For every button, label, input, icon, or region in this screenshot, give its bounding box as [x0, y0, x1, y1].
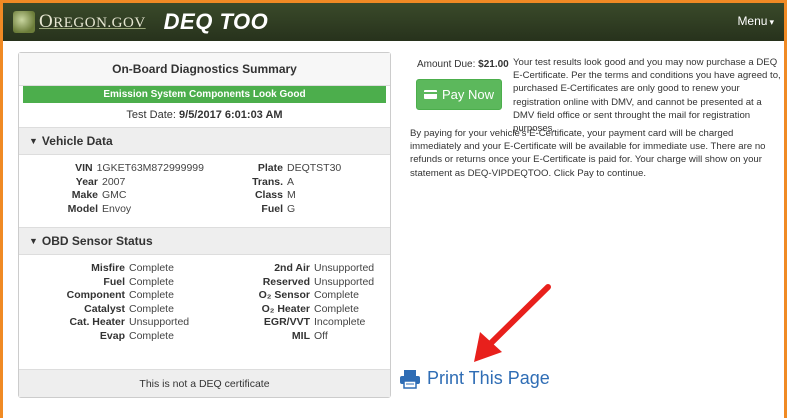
print-page-link[interactable]: Print This Page [399, 368, 550, 389]
vehicle-field: Trans. A [252, 175, 295, 188]
amount-due: Amount Due: $21.00 [417, 59, 509, 70]
sensor-field: O₂ Heater Complete [261, 302, 359, 315]
sensor-field: MIL Off [291, 329, 328, 342]
sensor-field: O₂ Sensor Complete [258, 289, 359, 302]
sensor-field: Cat. Heater Unsupported [69, 316, 190, 329]
panel-footer-note: This is not a DEQ certificate [19, 369, 390, 397]
vehicle-field: Year 2007 [75, 175, 126, 188]
oregon-logo-icon [13, 11, 35, 33]
pay-now-button[interactable]: Pay Now [416, 79, 502, 110]
vehicle-field: Model Envoy [67, 202, 132, 215]
status-banner: Emission System Components Look Good [23, 86, 386, 103]
top-navbar: OREGON.GOV DEQ TOO Menu ▾ [3, 3, 784, 41]
print-page-label: Print This Page [427, 368, 550, 388]
payment-terms-text: By paying for your vehicle's E-Certifica… [410, 128, 766, 179]
pay-now-label: Pay Now [441, 87, 495, 102]
vehicle-field: Class M [254, 189, 296, 202]
obd-right-column: 2nd Air Unsupported Reserved Unsupported O… [204, 262, 389, 344]
oregon-gov-text: OREGON.GOV [39, 11, 146, 32]
vehicle-field: Fuel G [261, 202, 296, 215]
sensor-field: Fuel Complete [103, 275, 174, 288]
sensor-field: Evap Complete [99, 329, 174, 342]
sensor-field: Reserved Unsupported [262, 275, 375, 288]
menu-button[interactable]: Menu ▾ [737, 14, 774, 28]
section-vehicle-data[interactable]: ▼ Vehicle Data [19, 127, 390, 155]
sensor-field: 2nd Air Unsupported [274, 262, 375, 274]
panel-title: On-Board Diagnostics Summary [19, 53, 390, 86]
printer-icon [400, 369, 420, 389]
sensor-field: Catalyst Complete [84, 302, 174, 315]
obd-left-column: Misfire Complete Fuel Complete Component Co… [19, 262, 204, 344]
oregon-gov-logo[interactable]: OREGON.GOV [13, 7, 146, 37]
sensor-field: Misfire Complete [91, 262, 174, 274]
test-date-value: 9/5/2017 6:01:03 AM [179, 109, 283, 121]
obd-summary-panel: On-Board Diagnostics Summary Emission Sy… [18, 52, 391, 398]
app-title[interactable]: DEQ TOO [164, 9, 269, 35]
vehicle-field: Make GMC [71, 189, 127, 202]
vehicle-field: Plate DEQTST30 [257, 162, 342, 174]
test-date: Test Date: 9/5/2017 6:01:03 AM [126, 109, 283, 121]
triangle-down-icon: ▼ [29, 236, 38, 246]
vehicle-right-column: Plate DEQTST30 Trans. A Class M Fuel G [204, 162, 389, 227]
sensor-field: Component Complete [66, 289, 174, 302]
menu-label: Menu [737, 14, 768, 28]
payment-intro-text: Your test results look good and you may … [513, 57, 781, 135]
vehicle-left-column: VIN 1GKET63M872999999 Year 2007 Make GMC Mo… [19, 162, 204, 227]
credit-card-icon [423, 90, 437, 99]
vehicle-data-grid: VIN 1GKET63M872999999 Year 2007 Make GMC Mo… [19, 155, 390, 227]
section-obd-sensor-status[interactable]: ▼ OBD Sensor Status [19, 227, 390, 255]
amount-due-value: $21.00 [478, 59, 509, 70]
sensor-field: EGR/VVT Incomplete [263, 316, 366, 329]
obd-sensor-grid: Misfire Complete Fuel Complete Component Co… [19, 255, 390, 344]
caret-down-icon: ▾ [769, 17, 774, 27]
triangle-down-icon: ▼ [29, 136, 38, 146]
vehicle-field: VIN 1GKET63M872999999 [75, 162, 204, 174]
